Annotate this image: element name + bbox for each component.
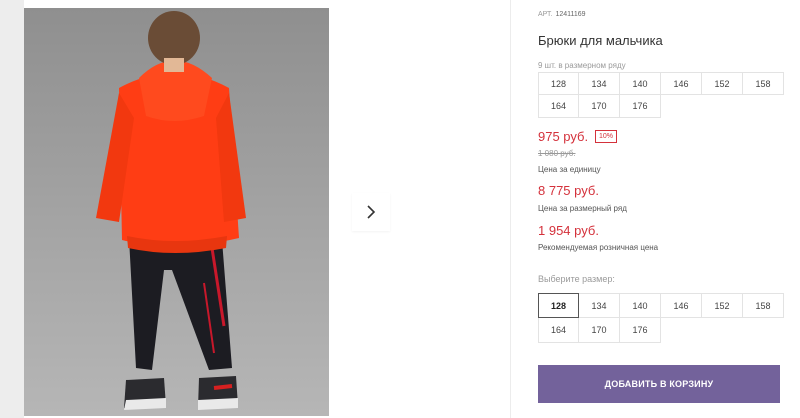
size-option-176[interactable]: 176: [620, 318, 661, 343]
product-gallery: [0, 0, 510, 418]
product-photo-illustration: [96, 11, 246, 410]
article-number: 12411169: [555, 11, 586, 18]
next-photo-button[interactable]: [352, 193, 390, 231]
choose-size-label: Выберите размер:: [538, 274, 615, 284]
unit-price-caption: Цена за единицу: [538, 165, 601, 174]
article-line: АРТ. 12411169: [538, 11, 586, 18]
series-size-cell: 134: [579, 72, 620, 95]
rrp-price-caption: Рекомендуемая розничная цена: [538, 243, 659, 252]
unit-price: 975 руб.: [538, 129, 589, 144]
size-option-146[interactable]: 146: [661, 293, 702, 318]
size-picker-grid: 128 134 140 146 152 158 164 170 176: [538, 293, 784, 343]
size-option-170[interactable]: 170: [579, 318, 620, 343]
size-option-158[interactable]: 158: [743, 293, 784, 318]
series-size-cell: 128: [538, 72, 579, 95]
series-price: 8 775 руб.: [538, 183, 599, 198]
discount-badge: 10%: [595, 130, 618, 143]
series-size-cell: 176: [620, 95, 661, 118]
product-photo: [24, 8, 329, 416]
add-to-cart-button[interactable]: ДОБАВИТЬ В КОРЗИНУ: [538, 365, 780, 403]
series-size-grid: 128 134 140 146 152 158 164 170 176: [538, 72, 784, 118]
size-option-128[interactable]: 128: [538, 293, 579, 318]
series-size-cell: 140: [620, 72, 661, 95]
gallery-side-strip: [0, 0, 24, 418]
size-option-134[interactable]: 134: [579, 293, 620, 318]
product-title: Брюки для мальчика: [538, 33, 663, 48]
series-price-caption: Цена за размерный ряд: [538, 204, 627, 213]
panel-divider: [510, 0, 511, 418]
series-size-cell: 164: [538, 95, 579, 118]
series-note: 9 шт. в размерном ряду: [538, 61, 626, 70]
rrp-price: 1 954 руб.: [538, 223, 599, 238]
size-option-140[interactable]: 140: [620, 293, 661, 318]
series-size-cell: 170: [579, 95, 620, 118]
series-size-cell: 146: [661, 72, 702, 95]
chevron-right-icon: [367, 205, 376, 219]
size-option-164[interactable]: 164: [538, 318, 579, 343]
article-label: АРТ.: [538, 11, 553, 18]
old-price: 1 080 руб.: [538, 149, 576, 158]
series-size-cell: 152: [702, 72, 743, 95]
series-size-cell: 158: [743, 72, 784, 95]
size-option-152[interactable]: 152: [702, 293, 743, 318]
